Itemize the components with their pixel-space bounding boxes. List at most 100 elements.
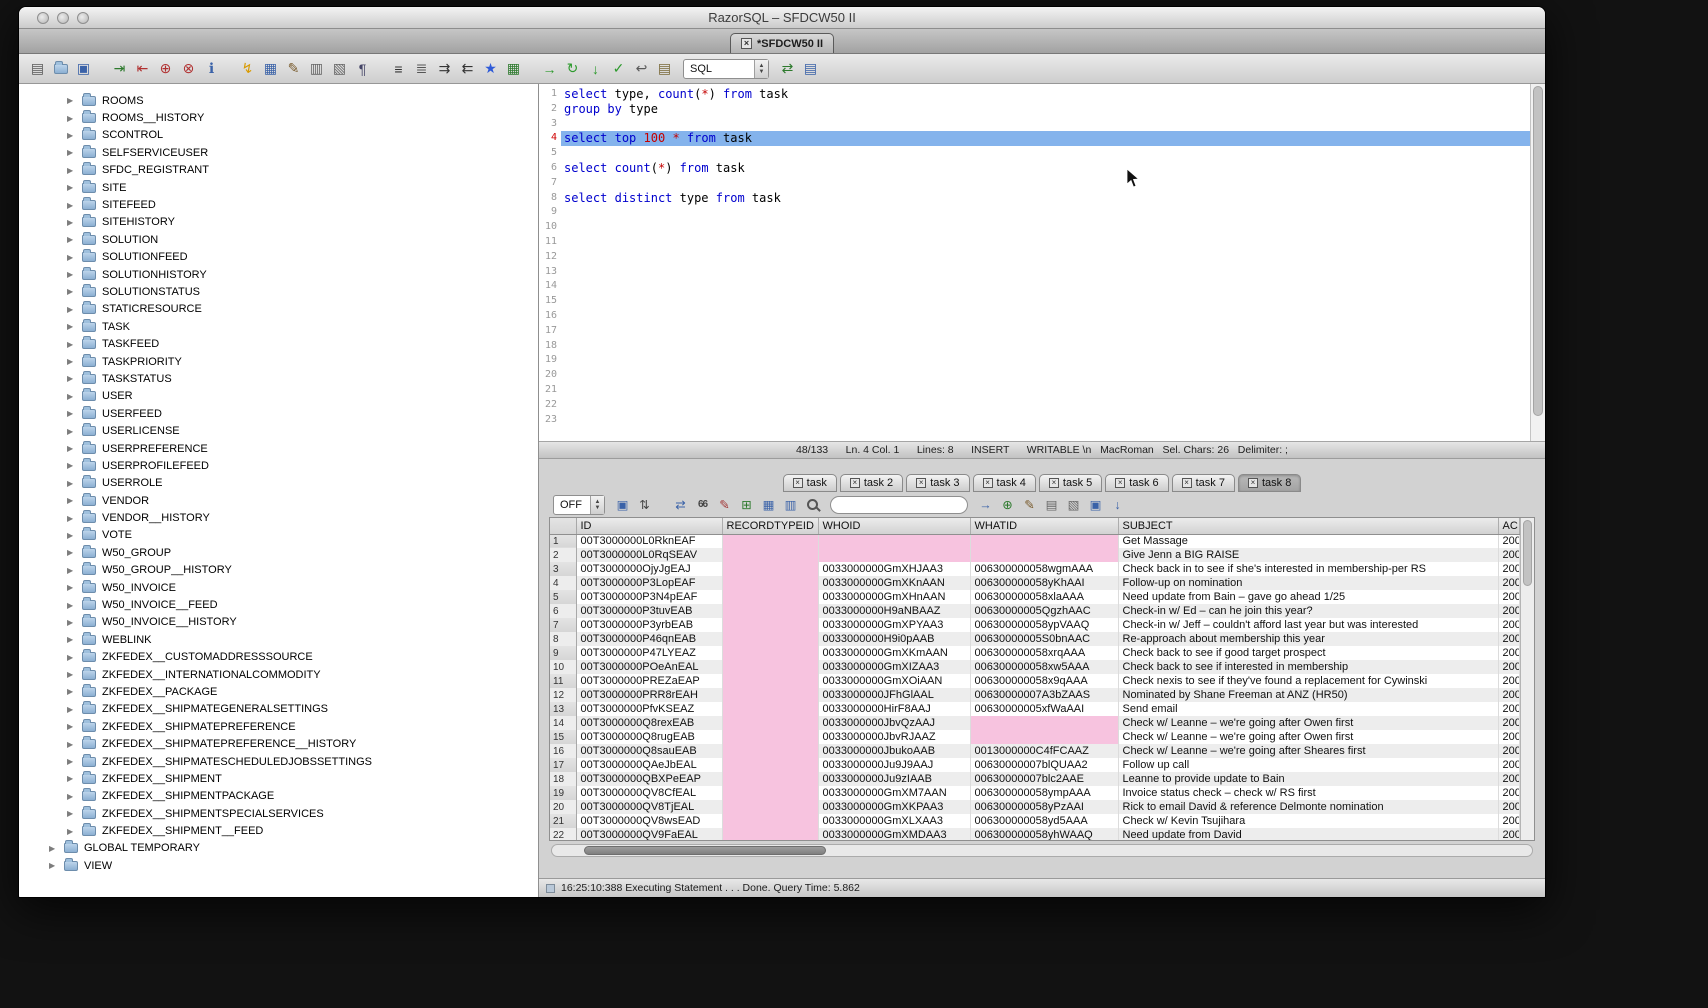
cell-id[interactable]: 00T3000000QBXPeEAP <box>576 772 722 786</box>
cell-id[interactable]: 00T3000000P3tuvEAB <box>576 604 722 618</box>
disclosure-triangle-icon[interactable]: ▶ <box>67 479 76 488</box>
tree-item-w50-invoice[interactable]: ▶W50_INVOICE <box>19 579 538 596</box>
cell-subject[interactable]: Nominated by Shane Freeman at ANZ (HR50) <box>1118 688 1498 702</box>
tree-item-sfdc-registrant[interactable]: ▶SFDC_REGISTRANT <box>19 162 538 179</box>
tree-item-zkfedex-shipment[interactable]: ▶ZKFEDEX__SHIPMENT <box>19 770 538 787</box>
editor-line[interactable] <box>561 279 1530 294</box>
disclosure-triangle-icon[interactable]: ▶ <box>67 253 76 262</box>
cell-recordtypeid[interactable] <box>722 576 818 590</box>
cell-subject[interactable]: Check back to see if good target prospec… <box>1118 646 1498 660</box>
disclosure-triangle-icon[interactable]: ▶ <box>67 653 76 662</box>
outdent-icon[interactable]: ⇇ <box>457 58 478 80</box>
tree-item-scontrol[interactable]: ▶SCONTROL <box>19 127 538 144</box>
cell-ac[interactable]: 200 <box>1498 618 1520 632</box>
document-tab[interactable]: × *SFDCW50 II <box>730 33 834 53</box>
disclosure-triangle-icon[interactable]: ▶ <box>67 183 76 192</box>
disclosure-triangle-icon[interactable]: ▶ <box>67 461 76 470</box>
close-button[interactable] <box>37 12 49 24</box>
tab-close-icon[interactable]: × <box>1248 478 1258 488</box>
editor-line[interactable] <box>561 398 1530 413</box>
tab-close-icon[interactable]: × <box>983 478 993 488</box>
cell-subject[interactable]: Re-approach about membership this year <box>1118 632 1498 646</box>
disclosure-triangle-icon[interactable]: ▶ <box>67 635 76 644</box>
cell-subject[interactable]: Check w/ Kevin Tsujihara <box>1118 814 1498 828</box>
table-row[interactable]: 1000T3000000POeAnEAL0033000000GmXIZAA300… <box>550 660 1520 674</box>
tree-item-solutionstatus[interactable]: ▶SOLUTIONSTATUS <box>19 283 538 300</box>
cell-whatid[interactable]: 006300000058xw5AAA <box>970 660 1118 674</box>
cell-whatid[interactable] <box>970 548 1118 562</box>
cell-recordtypeid[interactable] <box>722 828 818 841</box>
cell-ac[interactable]: 200 <box>1498 730 1520 744</box>
cell-whoid[interactable]: 0033000000GmXHnAAN <box>818 590 970 604</box>
cell-whoid[interactable]: 0033000000JFhGlAAL <box>818 688 970 702</box>
tab-close-icon[interactable]: × <box>1115 478 1125 488</box>
cell-whatid[interactable]: 006300000058x9qAAA <box>970 674 1118 688</box>
editor-scroll-thumb[interactable] <box>1533 86 1543 416</box>
cell-whoid[interactable]: 0033000000HirF8AAJ <box>818 702 970 716</box>
cell-subject[interactable]: Send email <box>1118 702 1498 716</box>
cell-recordtypeid[interactable] <box>722 562 818 576</box>
disclosure-triangle-icon[interactable]: ▶ <box>67 444 76 453</box>
cell-whoid[interactable] <box>818 534 970 548</box>
cell-whoid[interactable]: 0033000000GmXMDAA3 <box>818 828 970 841</box>
cell-whoid[interactable]: 0033000000Ju9J9AAJ <box>818 758 970 772</box>
tree-item-w50-invoice-feed[interactable]: ▶W50_INVOICE__FEED <box>19 596 538 613</box>
zoom-button[interactable] <box>77 12 89 24</box>
results-list-icon[interactable]: ▤ <box>800 58 821 80</box>
cell-subject[interactable]: Check back to see if interested in membe… <box>1118 660 1498 674</box>
table-row[interactable]: 700T3000000P3yrbEAB0033000000GmXPYAA3006… <box>550 618 1520 632</box>
disclosure-triangle-icon[interactable]: ▶ <box>67 409 76 418</box>
table-row[interactable]: 500T3000000P3N4pEAF0033000000GmXHnAAN006… <box>550 590 1520 604</box>
cell-whatid[interactable]: 00630000007blc2AAE <box>970 772 1118 786</box>
editor-line[interactable] <box>561 235 1530 250</box>
cell-subject[interactable]: Check-in w/ Ed – can he join this year? <box>1118 604 1498 618</box>
cell-whatid[interactable]: 0013000000C4fFCAAZ <box>970 744 1118 758</box>
cell-recordtypeid[interactable] <box>722 758 818 772</box>
cell-recordtypeid[interactable] <box>722 646 818 660</box>
column-header-recordtypeid[interactable]: RECORDTYPEID <box>722 518 818 534</box>
generate-script-icon[interactable]: ▤ <box>1042 495 1061 514</box>
disclosure-triangle-icon[interactable]: ▶ <box>67 114 76 123</box>
cell-whoid[interactable]: 0033000000Ju9zIAAB <box>818 772 970 786</box>
check-syntax-icon[interactable]: ✓ <box>608 58 629 80</box>
cell-whoid[interactable]: 0033000000JbvQzAAJ <box>818 716 970 730</box>
database-info-icon[interactable]: ℹ <box>201 58 222 80</box>
disclosure-triangle-icon[interactable]: ▶ <box>67 757 76 766</box>
paste-icon[interactable]: ▧ <box>329 58 350 80</box>
cell-id[interactable]: 00T3000000P3LopEAF <box>576 576 722 590</box>
minimize-button[interactable] <box>57 12 69 24</box>
cell-ac[interactable]: 200 <box>1498 604 1520 618</box>
table-row[interactable]: 1900T3000000QV8CfEAL0033000000GmXM7AAN00… <box>550 786 1520 800</box>
cell-ac[interactable]: 200 <box>1498 758 1520 772</box>
table-row[interactable]: 1800T3000000QBXPeEAP0033000000Ju9zIAAB00… <box>550 772 1520 786</box>
table-row[interactable]: 300T3000000OjyJgEAJ0033000000GmXHJAA3006… <box>550 562 1520 576</box>
table-row[interactable]: 1400T3000000Q8rexEAB0033000000JbvQzAAJCh… <box>550 716 1520 730</box>
disclosure-triangle-icon[interactable]: ▶ <box>67 531 76 540</box>
disclosure-triangle-icon[interactable]: ▶ <box>67 305 76 314</box>
tree-item-vendor[interactable]: ▶VENDOR <box>19 492 538 509</box>
tab-close-icon[interactable]: × <box>793 478 803 488</box>
cell-subject[interactable]: Check w/ Leanne – we're going after Owen… <box>1118 730 1498 744</box>
cell-whatid[interactable]: 00630000005xfWaAAI <box>970 702 1118 716</box>
editor-line[interactable] <box>561 220 1530 235</box>
cell-subject[interactable]: Give Jenn a BIG RAISE <box>1118 548 1498 562</box>
fetch-all-icon[interactable]: ↓ <box>585 58 606 80</box>
cell-recordtypeid[interactable] <box>722 730 818 744</box>
table-row[interactable]: 1100T3000000PREZaEAP0033000000GmXOiAAN00… <box>550 674 1520 688</box>
add-filter-icon[interactable]: ⊕ <box>998 495 1017 514</box>
cell-ac[interactable]: 200 <box>1498 534 1520 548</box>
align-sql-icon[interactable]: ≣ <box>411 58 432 80</box>
format-sql-icon[interactable]: ≡ <box>388 58 409 80</box>
cell-id[interactable]: 00T3000000Q8sauEAB <box>576 744 722 758</box>
cell-id[interactable]: 00T3000000POeAnEAL <box>576 660 722 674</box>
tree-item-vote[interactable]: ▶VOTE <box>19 527 538 544</box>
tree-item-solutionhistory[interactable]: ▶SOLUTIONHISTORY <box>19 266 538 283</box>
result-tab-task-5[interactable]: ×task 5 <box>1039 474 1102 492</box>
cell-recordtypeid[interactable] <box>722 618 818 632</box>
indent-icon[interactable]: ⇉ <box>434 58 455 80</box>
disclosure-triangle-icon[interactable]: ▶ <box>67 374 76 383</box>
table-row[interactable]: 1300T3000000PfvKSEAZ0033000000HirF8AAJ00… <box>550 702 1520 716</box>
grid-view-icon[interactable]: ▦ <box>759 495 778 514</box>
disclosure-triangle-icon[interactable]: ▶ <box>67 357 76 366</box>
table-row[interactable]: 2000T3000000QV8TjEAL0033000000GmXKPAA300… <box>550 800 1520 814</box>
